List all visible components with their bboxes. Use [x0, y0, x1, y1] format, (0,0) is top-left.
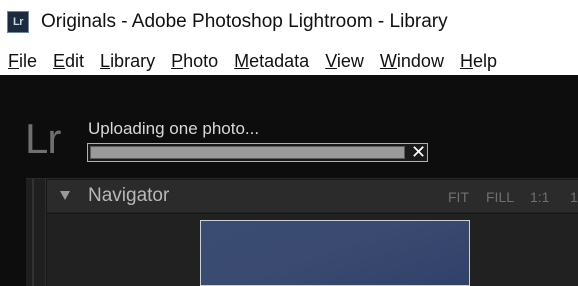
menu-metadata[interactable]: Metadata: [234, 50, 309, 72]
menu-photo-rest: hoto: [183, 50, 219, 71]
menu-bar: File Edit Library Photo Metadata View Wi…: [0, 46, 578, 75]
menu-file-rest: ile: [19, 50, 38, 71]
menu-window-rest: indow: [396, 50, 444, 71]
cancel-upload-icon[interactable]: ✕: [409, 143, 428, 162]
window-titlebar: Lr Originals - Adobe Photoshop Lightroom…: [0, 0, 578, 46]
menu-photo-accel: P: [171, 50, 184, 71]
menu-edit-rest: dit: [65, 50, 85, 71]
menu-view[interactable]: View: [325, 50, 364, 72]
upload-status-text: Uploading one photo...: [88, 119, 260, 138]
menu-window[interactable]: Window: [380, 50, 444, 72]
zoom-1-1[interactable]: 1:1: [530, 189, 549, 205]
menu-photo[interactable]: Photo: [171, 50, 218, 72]
menu-help-accel: H: [459, 50, 473, 71]
menu-library-accel: L: [100, 50, 111, 71]
menu-metadata-rest: etadata: [249, 50, 310, 71]
menu-help-rest: elp: [472, 50, 497, 71]
menu-metadata-accel: M: [234, 50, 250, 71]
menu-library[interactable]: Library: [100, 50, 155, 72]
upload-progress-bar: [87, 143, 428, 162]
zoom-fit[interactable]: FIT: [448, 189, 469, 205]
zoom-fill[interactable]: FILL: [486, 189, 514, 205]
menu-window-accel: W: [379, 50, 397, 71]
navigator-title: Navigator: [88, 185, 170, 206]
menu-file[interactable]: File: [8, 50, 37, 72]
menu-edit-accel: E: [53, 50, 66, 71]
menu-edit[interactable]: Edit: [53, 50, 84, 72]
menu-library-rest: ibrary: [110, 50, 156, 71]
identity-plate-logo: Lr: [25, 115, 61, 162]
navigator-preview-image[interactable]: [200, 220, 470, 286]
menu-view-accel: V: [325, 50, 337, 71]
app-icon-label: Lr: [13, 16, 24, 28]
menu-view-rest: iew: [336, 50, 364, 71]
collapse-triangle-icon[interactable]: [60, 191, 70, 200]
menu-file-accel: F: [8, 50, 19, 71]
zoom-more[interactable]: 1: [570, 189, 578, 205]
lightroom-app-icon[interactable]: Lr: [7, 11, 29, 33]
panel-edge-strip: [26, 179, 46, 286]
window-title: Originals - Adobe Photoshop Lightroom - …: [41, 11, 448, 32]
menu-help[interactable]: Help: [460, 50, 497, 72]
upload-progress-fill: [90, 146, 405, 159]
